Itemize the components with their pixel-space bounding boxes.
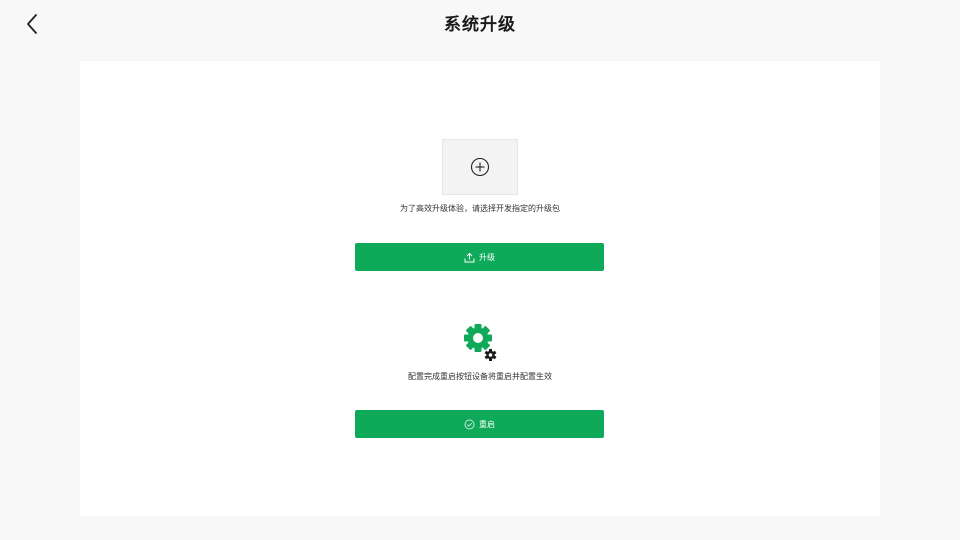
gear-settings-icon — [464, 324, 497, 361]
plus-circle-icon — [470, 157, 490, 177]
upgrade-hint-text: 为了高效升级体验，请选择开发指定的升级包 — [400, 204, 560, 213]
restart-hint-text: 配置完成重启按钮设备将重启并配置生效 — [408, 372, 552, 381]
upgrade-card: 为了高效升级体验，请选择开发指定的升级包 升级 配置完成重启按钮设备将重启并配置… — [80, 61, 880, 516]
restart-button[interactable]: 重启 — [355, 410, 604, 438]
header-bar: 系统升级 — [0, 0, 960, 48]
restart-icon — [464, 419, 475, 429]
upgrade-button[interactable]: 升级 — [355, 243, 604, 271]
upload-icon — [464, 252, 475, 262]
page-title: 系统升级 — [444, 15, 516, 35]
package-select-box[interactable] — [442, 139, 518, 195]
restart-button-label: 重启 — [479, 419, 495, 429]
upgrade-button-label: 升级 — [479, 252, 495, 262]
